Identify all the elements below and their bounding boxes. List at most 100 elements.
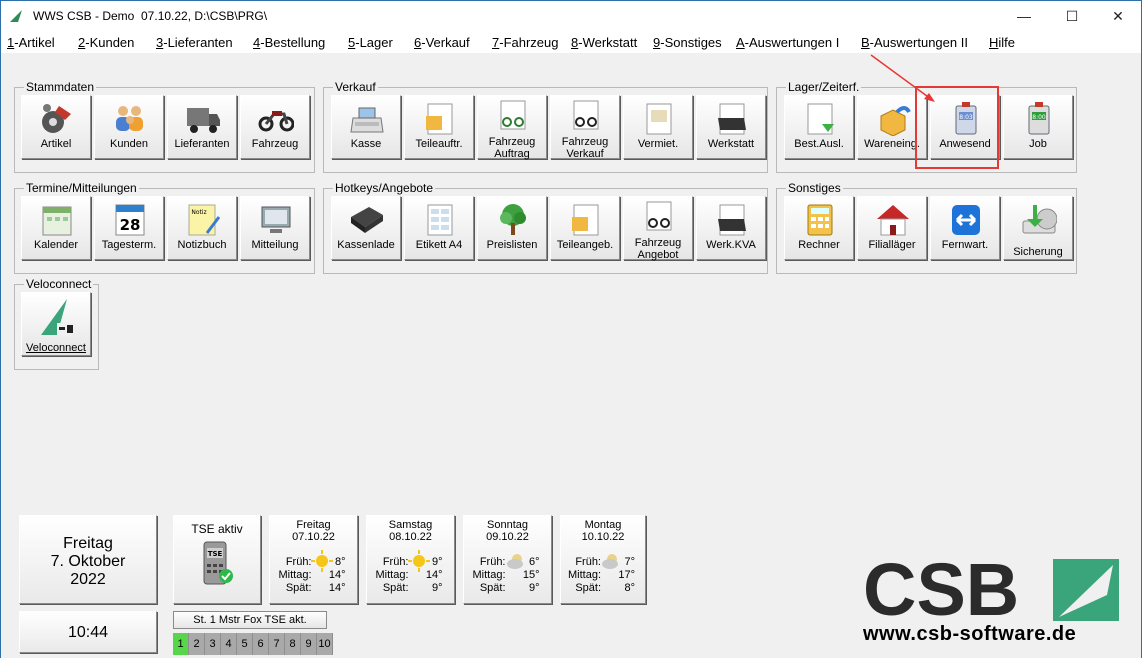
register-number-strip: 1 2 3 4 5 6 7 8 9 10 bbox=[173, 633, 333, 655]
group-termine: Termine/Mitteilungen Kalender 28 Tageste… bbox=[14, 181, 315, 274]
annotation-arrow-icon bbox=[870, 54, 935, 102]
register-number-5[interactable]: 5 bbox=[237, 633, 253, 655]
tile-notizbuch[interactable]: Notiz Notizbuch bbox=[167, 196, 237, 260]
job-terminal-icon: 8:00 bbox=[1028, 102, 1050, 135]
backup-icon bbox=[1022, 205, 1057, 234]
maximize-icon: ☐ bbox=[1065, 7, 1079, 24]
group-title: Lager/Zeiterf. bbox=[786, 80, 862, 94]
stock-out-icon bbox=[807, 103, 834, 135]
menu-werkstatt[interactable]: 8-Werkstatt bbox=[571, 35, 637, 50]
tile-rechner[interactable]: Rechner bbox=[784, 196, 854, 260]
group-stammdaten: Stammdaten Artikel Kunden Lieferanten Fa… bbox=[14, 80, 315, 173]
svg-text:TSE: TSE bbox=[208, 550, 223, 558]
group-title: Termine/Mitteilungen bbox=[24, 181, 139, 195]
tile-teileauftrag[interactable]: Teileauftr. bbox=[404, 95, 474, 159]
tile-fahrzeug[interactable]: Fahrzeug bbox=[240, 95, 310, 159]
notebook-icon: Notiz bbox=[188, 204, 221, 236]
group-title: Stammdaten bbox=[24, 80, 97, 94]
tile-artikel[interactable]: Artikel bbox=[21, 95, 91, 159]
day-calendar-icon: 28 bbox=[115, 204, 145, 236]
tile-mitteilung[interactable]: Mitteilung bbox=[240, 196, 310, 260]
register-number-3[interactable]: 3 bbox=[205, 633, 221, 655]
kunden-icon bbox=[116, 106, 143, 131]
group-veloconnect: Veloconnect Veloconnect bbox=[14, 277, 99, 370]
parts-offer-icon bbox=[572, 204, 599, 236]
vehicle-offer-icon bbox=[646, 201, 672, 231]
tree-icon bbox=[500, 204, 526, 235]
tile-etikett-a4[interactable]: Etikett A4 bbox=[404, 196, 474, 260]
close-button[interactable]: ✕ bbox=[1095, 1, 1141, 31]
tile-filiallager[interactable]: Filialläger bbox=[857, 196, 927, 260]
menu-bestellung[interactable]: 4-Bestellung bbox=[253, 35, 325, 50]
date-day: Freitag bbox=[63, 535, 113, 552]
menu-verkauf[interactable]: 6-Verkauf bbox=[414, 35, 470, 50]
tile-teileangebot[interactable]: Teileangeb. bbox=[550, 196, 620, 260]
minimize-button[interactable]: — bbox=[1001, 1, 1047, 31]
weather-day-2: Samstag 08.10.22 Früh: 9° Mittag: 14° Spät… bbox=[366, 515, 455, 604]
tile-bestand-auslagerung[interactable]: Best.Ausl. bbox=[784, 95, 854, 159]
tile-kasse[interactable]: Kasse bbox=[331, 95, 401, 159]
motorcycle-icon bbox=[258, 111, 294, 132]
tile-vermietung[interactable]: Vermiet. bbox=[623, 95, 693, 159]
tile-werkstatt[interactable]: Werkstatt bbox=[696, 95, 766, 159]
tile-lieferanten[interactable]: Lieferanten bbox=[167, 95, 237, 159]
maximize-button[interactable]: ☐ bbox=[1049, 1, 1095, 31]
menu-auswertungen-2[interactable]: B-Auswertungen II bbox=[861, 35, 968, 50]
tse-card-reader-icon: TSE bbox=[203, 541, 233, 585]
register-number-8[interactable]: 8 bbox=[285, 633, 301, 655]
close-icon: ✕ bbox=[1112, 7, 1124, 24]
minimize-icon: — bbox=[1017, 8, 1031, 24]
group-hotkeys: Hotkeys/Angebote Kassenlade Etikett A4 P… bbox=[323, 181, 768, 274]
register-number-10[interactable]: 10 bbox=[317, 633, 333, 655]
main-content: Stammdaten Artikel Kunden Lieferanten Fa… bbox=[1, 53, 1141, 658]
register-number-1[interactable]: 1 bbox=[173, 633, 189, 655]
group-sonstiges: Sonstiges Rechner Filialläger Fernwart. … bbox=[776, 181, 1077, 274]
menu-hilfe[interactable]: Hilfe bbox=[989, 35, 1015, 50]
truck-icon bbox=[187, 108, 220, 133]
tile-preislisten[interactable]: Preislisten bbox=[477, 196, 547, 260]
weather-day-1: Freitag 07.10.22 Früh: 8° Mittag: 14° Spät… bbox=[269, 515, 358, 604]
tile-fernwartung[interactable]: Fernwart. bbox=[930, 196, 1000, 260]
window-title: WWS CSB - Demo 07.10.22, D:\CSB\PRG\ bbox=[33, 9, 268, 23]
weather-day-3: Sonntag 09.10.22 Früh: 6° Mittag: 15° Spät… bbox=[463, 515, 552, 604]
menu-fahrzeug[interactable]: 7-Fahrzeug bbox=[492, 35, 558, 50]
clock-time: 10:44 bbox=[67, 624, 109, 641]
cash-register-icon bbox=[350, 107, 384, 133]
date-display: Freitag 7. Oktober 2022 bbox=[19, 515, 157, 604]
group-title: Verkauf bbox=[333, 80, 378, 94]
register-number-9[interactable]: 9 bbox=[301, 633, 317, 655]
menu-lieferanten[interactable]: 3-Lieferanten bbox=[156, 35, 233, 50]
tile-fahrzeug-angebot[interactable]: Fahrzeug Angebot bbox=[623, 196, 693, 261]
register-number-7[interactable]: 7 bbox=[269, 633, 285, 655]
group-verkauf: Verkauf Kasse Teileauftr. Fahrzeug Auftr… bbox=[323, 80, 768, 173]
calendar-icon bbox=[42, 206, 72, 236]
tile-werkstatt-kva[interactable]: Werk.KVA bbox=[696, 196, 766, 260]
menu-bar: 1-Artikel 2-Kunden 3-Lieferanten 4-Beste… bbox=[1, 31, 1141, 53]
menu-lager[interactable]: 5-Lager bbox=[348, 35, 393, 50]
tse-status-tile[interactable]: TSE aktiv TSE bbox=[173, 515, 261, 604]
tile-job[interactable]: 8:00 Job bbox=[1003, 95, 1073, 159]
csb-website[interactable]: www.csb-software.de bbox=[863, 623, 1076, 646]
tile-kassenlade[interactable]: Kassenlade bbox=[331, 196, 401, 260]
tile-kunden[interactable]: Kunden bbox=[94, 95, 164, 159]
time-display: 10:44 bbox=[19, 611, 157, 653]
tile-fahrzeug-verkauf[interactable]: Fahrzeug Verkauf bbox=[550, 95, 620, 160]
menu-auswertungen-1[interactable]: A-Auswertungen I bbox=[736, 35, 839, 50]
tile-sicherung[interactable]: Sicherung bbox=[1003, 196, 1073, 260]
svg-text:8:00: 8:00 bbox=[1032, 114, 1046, 121]
tse-status-label: TSE aktiv bbox=[191, 522, 243, 536]
menu-artikel[interactable]: 1-Artikel bbox=[7, 35, 55, 50]
tile-kalender[interactable]: Kalender bbox=[21, 196, 91, 260]
menu-kunden[interactable]: 2-Kunden bbox=[78, 35, 134, 50]
register-number-4[interactable]: 4 bbox=[221, 633, 237, 655]
register-number-6[interactable]: 6 bbox=[253, 633, 269, 655]
tile-tagestermine[interactable]: 28 Tagesterm. bbox=[94, 196, 164, 260]
register-number-2[interactable]: 2 bbox=[189, 633, 205, 655]
app-logo-icon bbox=[10, 10, 22, 22]
cash-drawer-icon bbox=[351, 207, 383, 233]
station-status[interactable]: St. 1 Mstr Fox TSE akt. bbox=[173, 611, 327, 629]
parts-order-icon bbox=[426, 103, 453, 135]
tile-veloconnect[interactable]: Veloconnect bbox=[21, 292, 91, 356]
menu-sonstiges[interactable]: 9-Sonstiges bbox=[653, 35, 722, 50]
tile-fahrzeug-auftrag[interactable]: Fahrzeug Auftrag bbox=[477, 95, 547, 160]
